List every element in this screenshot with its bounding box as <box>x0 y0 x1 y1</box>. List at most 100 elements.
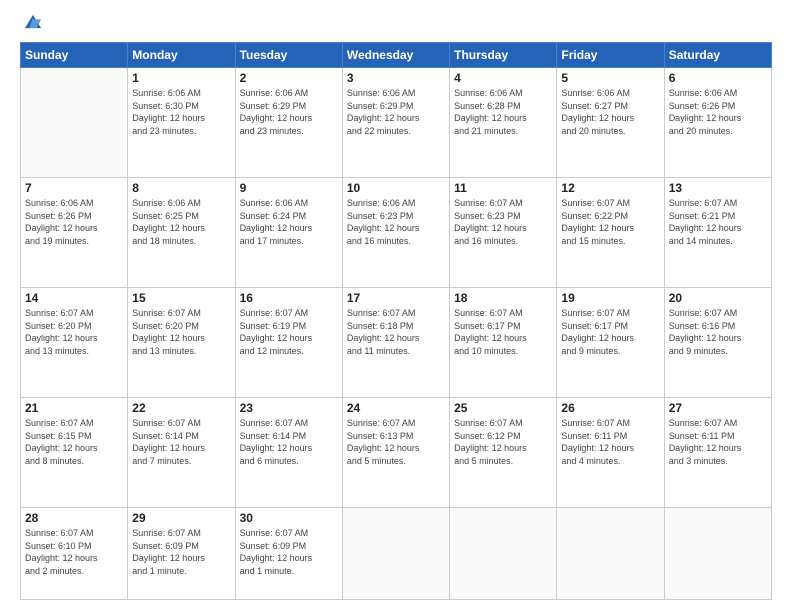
day-info: Sunrise: 6:07 AMSunset: 6:14 PMDaylight:… <box>240 417 338 467</box>
day-number: 13 <box>669 181 767 195</box>
col-header-thursday: Thursday <box>450 43 557 68</box>
day-number: 1 <box>132 71 230 85</box>
calendar-week-1: 7 Sunrise: 6:06 AMSunset: 6:26 PMDaylight… <box>21 178 772 288</box>
day-info: Sunrise: 6:07 AMSunset: 6:23 PMDaylight:… <box>454 197 552 247</box>
day-number: 28 <box>25 511 123 525</box>
calendar-cell: 9 Sunrise: 6:06 AMSunset: 6:24 PMDaylight… <box>235 178 342 288</box>
calendar-cell: 15 Sunrise: 6:07 AMSunset: 6:20 PMDayligh… <box>128 288 235 398</box>
calendar-week-0: 1 Sunrise: 6:06 AMSunset: 6:30 PMDaylight… <box>21 68 772 178</box>
day-info: Sunrise: 6:06 AMSunset: 6:27 PMDaylight:… <box>561 87 659 137</box>
day-info: Sunrise: 6:06 AMSunset: 6:26 PMDaylight:… <box>25 197 123 247</box>
day-number: 17 <box>347 291 445 305</box>
day-info: Sunrise: 6:07 AMSunset: 6:19 PMDaylight:… <box>240 307 338 357</box>
day-number: 29 <box>132 511 230 525</box>
calendar-cell: 12 Sunrise: 6:07 AMSunset: 6:22 PMDayligh… <box>557 178 664 288</box>
day-info: Sunrise: 6:07 AMSunset: 6:20 PMDaylight:… <box>132 307 230 357</box>
page: SundayMondayTuesdayWednesdayThursdayFrid… <box>0 0 792 612</box>
calendar-cell: 27 Sunrise: 6:07 AMSunset: 6:11 PMDayligh… <box>664 398 771 508</box>
day-info: Sunrise: 6:07 AMSunset: 6:14 PMDaylight:… <box>132 417 230 467</box>
day-number: 23 <box>240 401 338 415</box>
calendar-header-row: SundayMondayTuesdayWednesdayThursdayFrid… <box>21 43 772 68</box>
day-info: Sunrise: 6:07 AMSunset: 6:11 PMDaylight:… <box>669 417 767 467</box>
day-number: 22 <box>132 401 230 415</box>
day-number: 19 <box>561 291 659 305</box>
calendar-cell: 13 Sunrise: 6:07 AMSunset: 6:21 PMDayligh… <box>664 178 771 288</box>
day-number: 26 <box>561 401 659 415</box>
calendar-cell: 24 Sunrise: 6:07 AMSunset: 6:13 PMDayligh… <box>342 398 449 508</box>
day-info: Sunrise: 6:07 AMSunset: 6:17 PMDaylight:… <box>454 307 552 357</box>
day-number: 20 <box>669 291 767 305</box>
day-number: 11 <box>454 181 552 195</box>
calendar-cell: 19 Sunrise: 6:07 AMSunset: 6:17 PMDayligh… <box>557 288 664 398</box>
col-header-saturday: Saturday <box>664 43 771 68</box>
calendar-cell: 18 Sunrise: 6:07 AMSunset: 6:17 PMDayligh… <box>450 288 557 398</box>
calendar-week-3: 21 Sunrise: 6:07 AMSunset: 6:15 PMDayligh… <box>21 398 772 508</box>
day-info: Sunrise: 6:06 AMSunset: 6:28 PMDaylight:… <box>454 87 552 137</box>
col-header-monday: Monday <box>128 43 235 68</box>
day-info: Sunrise: 6:07 AMSunset: 6:15 PMDaylight:… <box>25 417 123 467</box>
col-header-wednesday: Wednesday <box>342 43 449 68</box>
day-info: Sunrise: 6:07 AMSunset: 6:17 PMDaylight:… <box>561 307 659 357</box>
day-info: Sunrise: 6:06 AMSunset: 6:30 PMDaylight:… <box>132 87 230 137</box>
calendar-cell <box>21 68 128 178</box>
calendar-cell: 16 Sunrise: 6:07 AMSunset: 6:19 PMDayligh… <box>235 288 342 398</box>
calendar-cell: 26 Sunrise: 6:07 AMSunset: 6:11 PMDayligh… <box>557 398 664 508</box>
calendar-cell: 17 Sunrise: 6:07 AMSunset: 6:18 PMDayligh… <box>342 288 449 398</box>
day-info: Sunrise: 6:07 AMSunset: 6:09 PMDaylight:… <box>240 527 338 577</box>
day-number: 6 <box>669 71 767 85</box>
calendar-cell: 4 Sunrise: 6:06 AMSunset: 6:28 PMDaylight… <box>450 68 557 178</box>
day-info: Sunrise: 6:07 AMSunset: 6:11 PMDaylight:… <box>561 417 659 467</box>
day-number: 24 <box>347 401 445 415</box>
day-info: Sunrise: 6:07 AMSunset: 6:09 PMDaylight:… <box>132 527 230 577</box>
day-info: Sunrise: 6:07 AMSunset: 6:21 PMDaylight:… <box>669 197 767 247</box>
day-number: 3 <box>347 71 445 85</box>
calendar-week-2: 14 Sunrise: 6:07 AMSunset: 6:20 PMDayligh… <box>21 288 772 398</box>
day-info: Sunrise: 6:07 AMSunset: 6:13 PMDaylight:… <box>347 417 445 467</box>
day-info: Sunrise: 6:07 AMSunset: 6:18 PMDaylight:… <box>347 307 445 357</box>
day-number: 16 <box>240 291 338 305</box>
day-info: Sunrise: 6:06 AMSunset: 6:29 PMDaylight:… <box>347 87 445 137</box>
calendar-cell: 23 Sunrise: 6:07 AMSunset: 6:14 PMDayligh… <box>235 398 342 508</box>
day-info: Sunrise: 6:07 AMSunset: 6:20 PMDaylight:… <box>25 307 123 357</box>
day-info: Sunrise: 6:06 AMSunset: 6:24 PMDaylight:… <box>240 197 338 247</box>
calendar-cell: 29 Sunrise: 6:07 AMSunset: 6:09 PMDayligh… <box>128 508 235 600</box>
col-header-sunday: Sunday <box>21 43 128 68</box>
day-number: 7 <box>25 181 123 195</box>
day-number: 30 <box>240 511 338 525</box>
calendar-week-4: 28 Sunrise: 6:07 AMSunset: 6:10 PMDayligh… <box>21 508 772 600</box>
day-number: 9 <box>240 181 338 195</box>
day-number: 27 <box>669 401 767 415</box>
calendar-cell: 21 Sunrise: 6:07 AMSunset: 6:15 PMDayligh… <box>21 398 128 508</box>
header <box>20 16 772 34</box>
day-number: 21 <box>25 401 123 415</box>
day-number: 15 <box>132 291 230 305</box>
day-number: 14 <box>25 291 123 305</box>
day-number: 25 <box>454 401 552 415</box>
calendar-cell: 14 Sunrise: 6:07 AMSunset: 6:20 PMDayligh… <box>21 288 128 398</box>
calendar-cell <box>342 508 449 600</box>
col-header-friday: Friday <box>557 43 664 68</box>
calendar-cell: 10Sunrise: 6:06 AMSunset: 6:23 PMDayligh… <box>342 178 449 288</box>
day-info: Sunrise: 6:07 AMSunset: 6:10 PMDaylight:… <box>25 527 123 577</box>
day-info: Sunrise: 6:06 AMSunset: 6:29 PMDaylight:… <box>240 87 338 137</box>
logo <box>20 20 44 34</box>
calendar-cell <box>557 508 664 600</box>
day-number: 8 <box>132 181 230 195</box>
day-number: 12 <box>561 181 659 195</box>
calendar-cell: 6Sunrise: 6:06 AMSunset: 6:26 PMDaylight… <box>664 68 771 178</box>
calendar-cell: 7 Sunrise: 6:06 AMSunset: 6:26 PMDaylight… <box>21 178 128 288</box>
calendar-cell <box>450 508 557 600</box>
day-info: Sunrise: 6:07 AMSunset: 6:22 PMDaylight:… <box>561 197 659 247</box>
calendar-cell: 22 Sunrise: 6:07 AMSunset: 6:14 PMDayligh… <box>128 398 235 508</box>
calendar-cell: 2Sunrise: 6:06 AMSunset: 6:29 PMDaylight… <box>235 68 342 178</box>
day-info: Sunrise: 6:07 AMSunset: 6:16 PMDaylight:… <box>669 307 767 357</box>
calendar-cell: 11 Sunrise: 6:07 AMSunset: 6:23 PMDayligh… <box>450 178 557 288</box>
calendar-cell: 8Sunrise: 6:06 AMSunset: 6:25 PMDaylight… <box>128 178 235 288</box>
logo-icon <box>22 12 44 34</box>
day-number: 18 <box>454 291 552 305</box>
calendar-cell: 3 Sunrise: 6:06 AMSunset: 6:29 PMDaylight… <box>342 68 449 178</box>
calendar-table: SundayMondayTuesdayWednesdayThursdayFrid… <box>20 42 772 600</box>
calendar-cell: 25Sunrise: 6:07 AMSunset: 6:12 PMDayligh… <box>450 398 557 508</box>
day-number: 4 <box>454 71 552 85</box>
calendar-cell <box>664 508 771 600</box>
